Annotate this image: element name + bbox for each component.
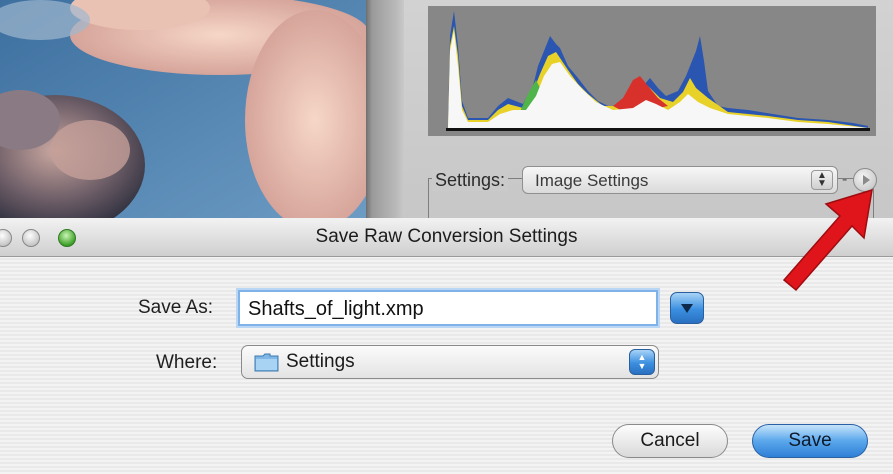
where-dropdown[interactable]: Settings ▲ ▼ — [241, 345, 659, 379]
save-as-input-value: Shafts_of_light.xmp — [248, 298, 424, 320]
save-as-label: Save As: — [138, 297, 213, 318]
image-preview — [0, 0, 366, 218]
disclosure-triangle-icon — [681, 304, 693, 313]
settings-dropdown-value: Image Settings — [535, 171, 649, 190]
save-as-input[interactable]: Shafts_of_light.xmp — [238, 290, 658, 326]
cancel-button[interactable]: Cancel — [612, 424, 728, 458]
updown-arrows-icon: ▲ ▼ — [629, 349, 655, 375]
panel-divider — [366, 0, 404, 218]
histogram — [428, 6, 876, 136]
expand-dialog-button[interactable] — [670, 292, 704, 324]
save-button[interactable]: Save — [752, 424, 868, 458]
where-label: Where: — [156, 352, 218, 373]
settings-label: Settings: — [432, 170, 509, 191]
red-arrow-icon — [782, 188, 873, 292]
folder-icon — [254, 353, 279, 372]
where-dropdown-value: Settings — [286, 351, 355, 372]
